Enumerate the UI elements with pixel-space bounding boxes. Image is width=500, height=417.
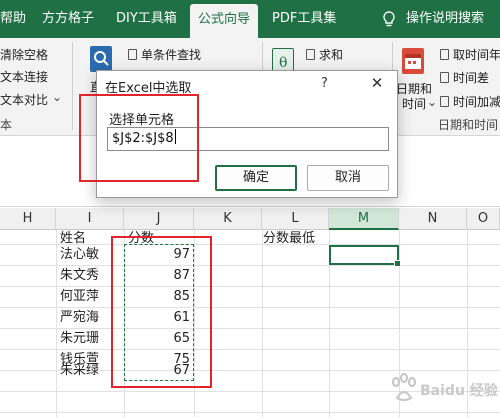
tab-help[interactable]: 帮助 <box>0 0 26 38</box>
gridline <box>56 230 57 417</box>
lightbulb-icon <box>383 11 395 27</box>
cancel-button[interactable]: 取消 <box>307 165 389 191</box>
ribbon-item-sum[interactable]: 求和 <box>306 46 343 63</box>
document-icon <box>440 49 449 60</box>
cell-name[interactable]: 朱文秀 <box>60 266 99 286</box>
ribbon-item-get-year-label: 取时间年 <box>453 48 500 62</box>
baidu-watermark: Baidu 经验 <box>386 368 498 412</box>
column-header-m[interactable]: M <box>329 208 399 230</box>
ribbon-item-time-diff[interactable]: 时间差 <box>440 69 489 86</box>
ribbon-item-time-add[interactable]: 时间加减 <box>440 93 500 110</box>
ribbon-item-single-lookup[interactable]: 单条件查找 <box>128 46 201 63</box>
ribbon-item-time-add-label: 时间加减 <box>453 95 500 109</box>
cell-header-min-score[interactable]: 分数最低 <box>263 229 315 249</box>
column-header-l[interactable]: L <box>262 208 329 230</box>
tell-me-search[interactable]: 操作说明搜索 <box>406 0 484 38</box>
gridline <box>262 230 263 417</box>
annotation-box-input <box>79 94 199 182</box>
tab-diy-toolbox[interactable]: DIY工具箱 <box>116 0 177 38</box>
column-header-h[interactable]: H <box>0 208 56 230</box>
chevron-down-icon[interactable]: ⌄ <box>427 95 437 109</box>
ribbon-item-time-diff-label: 时间差 <box>453 71 490 85</box>
tab-fangfang[interactable]: 方方格子 <box>42 0 94 38</box>
ribbon-item-sum-label: 求和 <box>319 48 344 62</box>
ribbon-datetime-label-2[interactable]: 时间 <box>402 95 426 112</box>
ribbon-item-get-year[interactable]: 取时间年 <box>440 46 500 63</box>
search-table-icon[interactable] <box>90 46 112 72</box>
column-header-n[interactable]: N <box>399 208 467 230</box>
ribbon-tab-bar: 帮助 方方格子 DIY工具箱 公式向导 PDF工具集 操作说明搜索 <box>0 0 500 38</box>
cell-name[interactable]: 朱元珊 <box>60 329 99 349</box>
tab-pdf-tools[interactable]: PDF工具集 <box>272 0 336 38</box>
watermark-text: Baidu 经验 <box>420 383 498 399</box>
cell-name[interactable]: 何亚萍 <box>60 287 99 307</box>
close-icon[interactable]: ✕ <box>365 74 389 92</box>
chevron-down-icon[interactable]: ⌄ <box>52 90 62 104</box>
ribbon-item-text-join[interactable]: 文本连接 <box>0 68 48 85</box>
document-icon <box>128 49 137 60</box>
ribbon-item-single-lookup-label: 单条件查找 <box>141 48 202 62</box>
gridline <box>0 412 500 413</box>
svg-text:θ: θ <box>279 55 287 71</box>
cell-name[interactable]: 法心敏 <box>60 245 99 265</box>
calendar-icon[interactable] <box>402 48 424 74</box>
document-icon <box>306 49 315 60</box>
ribbon-item-clear-spaces[interactable]: 清除空格 <box>0 46 48 63</box>
document-icon <box>440 96 449 107</box>
cell-name[interactable]: 严宛海 <box>60 308 99 328</box>
document-icon <box>440 72 449 83</box>
help-icon[interactable]: ? <box>321 76 328 91</box>
ribbon-separator <box>72 42 73 130</box>
column-header-i[interactable]: I <box>56 208 124 230</box>
ribbon-item-text-compare[interactable]: 文本对比 <box>0 91 48 108</box>
tab-formula-wizard[interactable]: 公式向导 <box>190 4 259 38</box>
active-cell-m2[interactable] <box>329 245 401 267</box>
group-label-datetime: 日期和时间 <box>438 118 499 132</box>
column-header-o[interactable]: O <box>467 208 500 230</box>
group-label-text: 本 <box>0 118 13 132</box>
annotation-box-scores <box>111 236 212 388</box>
column-header-j[interactable]: J <box>124 208 194 230</box>
column-header-k[interactable]: K <box>194 208 262 230</box>
cell-name[interactable]: 朱采绿 <box>60 361 99 381</box>
ok-button[interactable]: 确定 <box>215 165 297 191</box>
